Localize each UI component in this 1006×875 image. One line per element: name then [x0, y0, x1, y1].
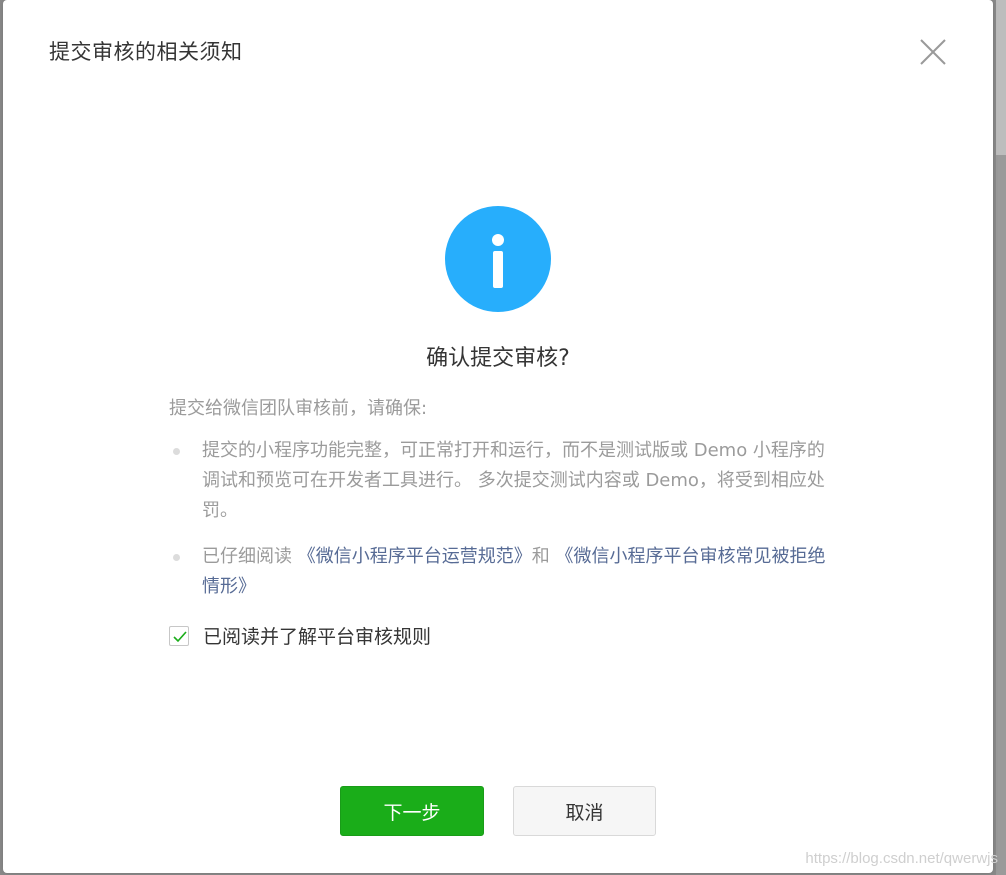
- agree-checkbox-row[interactable]: 已阅读并了解平台审核规则: [169, 622, 431, 649]
- info-icon: [445, 206, 551, 312]
- close-icon: [920, 39, 946, 65]
- background-page-lower: [996, 155, 1006, 875]
- confirm-title: 确认提交审核?: [426, 346, 570, 371]
- dialog-title: 提交审核的相关须知: [49, 40, 243, 64]
- agree-checkbox[interactable]: [169, 625, 189, 646]
- next-step-button[interactable]: 下一步: [340, 786, 484, 836]
- background-page: [996, 0, 1006, 155]
- rules-list: 提交的小程序功能完整，可正常打开和运行，而不是测试版或 Demo 小程序的调试和…: [169, 436, 829, 618]
- rule-item-read-docs: 已仔细阅读 《微信小程序平台运营规范》和 《微信小程序平台审核常见被拒绝情形》: [169, 542, 829, 602]
- agree-label: 已阅读并了解平台审核规则: [203, 626, 432, 648]
- watermark: https://blog.csdn.net/qwerwjs: [805, 850, 998, 867]
- rule-item-complete: 提交的小程序功能完整，可正常打开和运行，而不是测试版或 Demo 小程序的调试和…: [169, 436, 829, 526]
- rule-text: 提交的小程序功能完整，可正常打开和运行，而不是测试版或 Demo 小程序的调试和…: [202, 440, 825, 521]
- rule-middle: 和: [531, 546, 556, 567]
- checkmark-icon: [173, 630, 187, 642]
- close-button[interactable]: [915, 34, 951, 70]
- rule-prefix: 已仔细阅读: [202, 546, 298, 567]
- cancel-button[interactable]: 取消: [513, 786, 656, 836]
- submit-review-dialog: 提交审核的相关须知 确认提交审核? 提交给微信团队审核前，请确保: 提交的小程序…: [3, 0, 993, 873]
- intro-text: 提交给微信团队审核前，请确保:: [169, 398, 428, 419]
- operation-rules-link[interactable]: 《微信小程序平台运营规范》: [298, 546, 532, 567]
